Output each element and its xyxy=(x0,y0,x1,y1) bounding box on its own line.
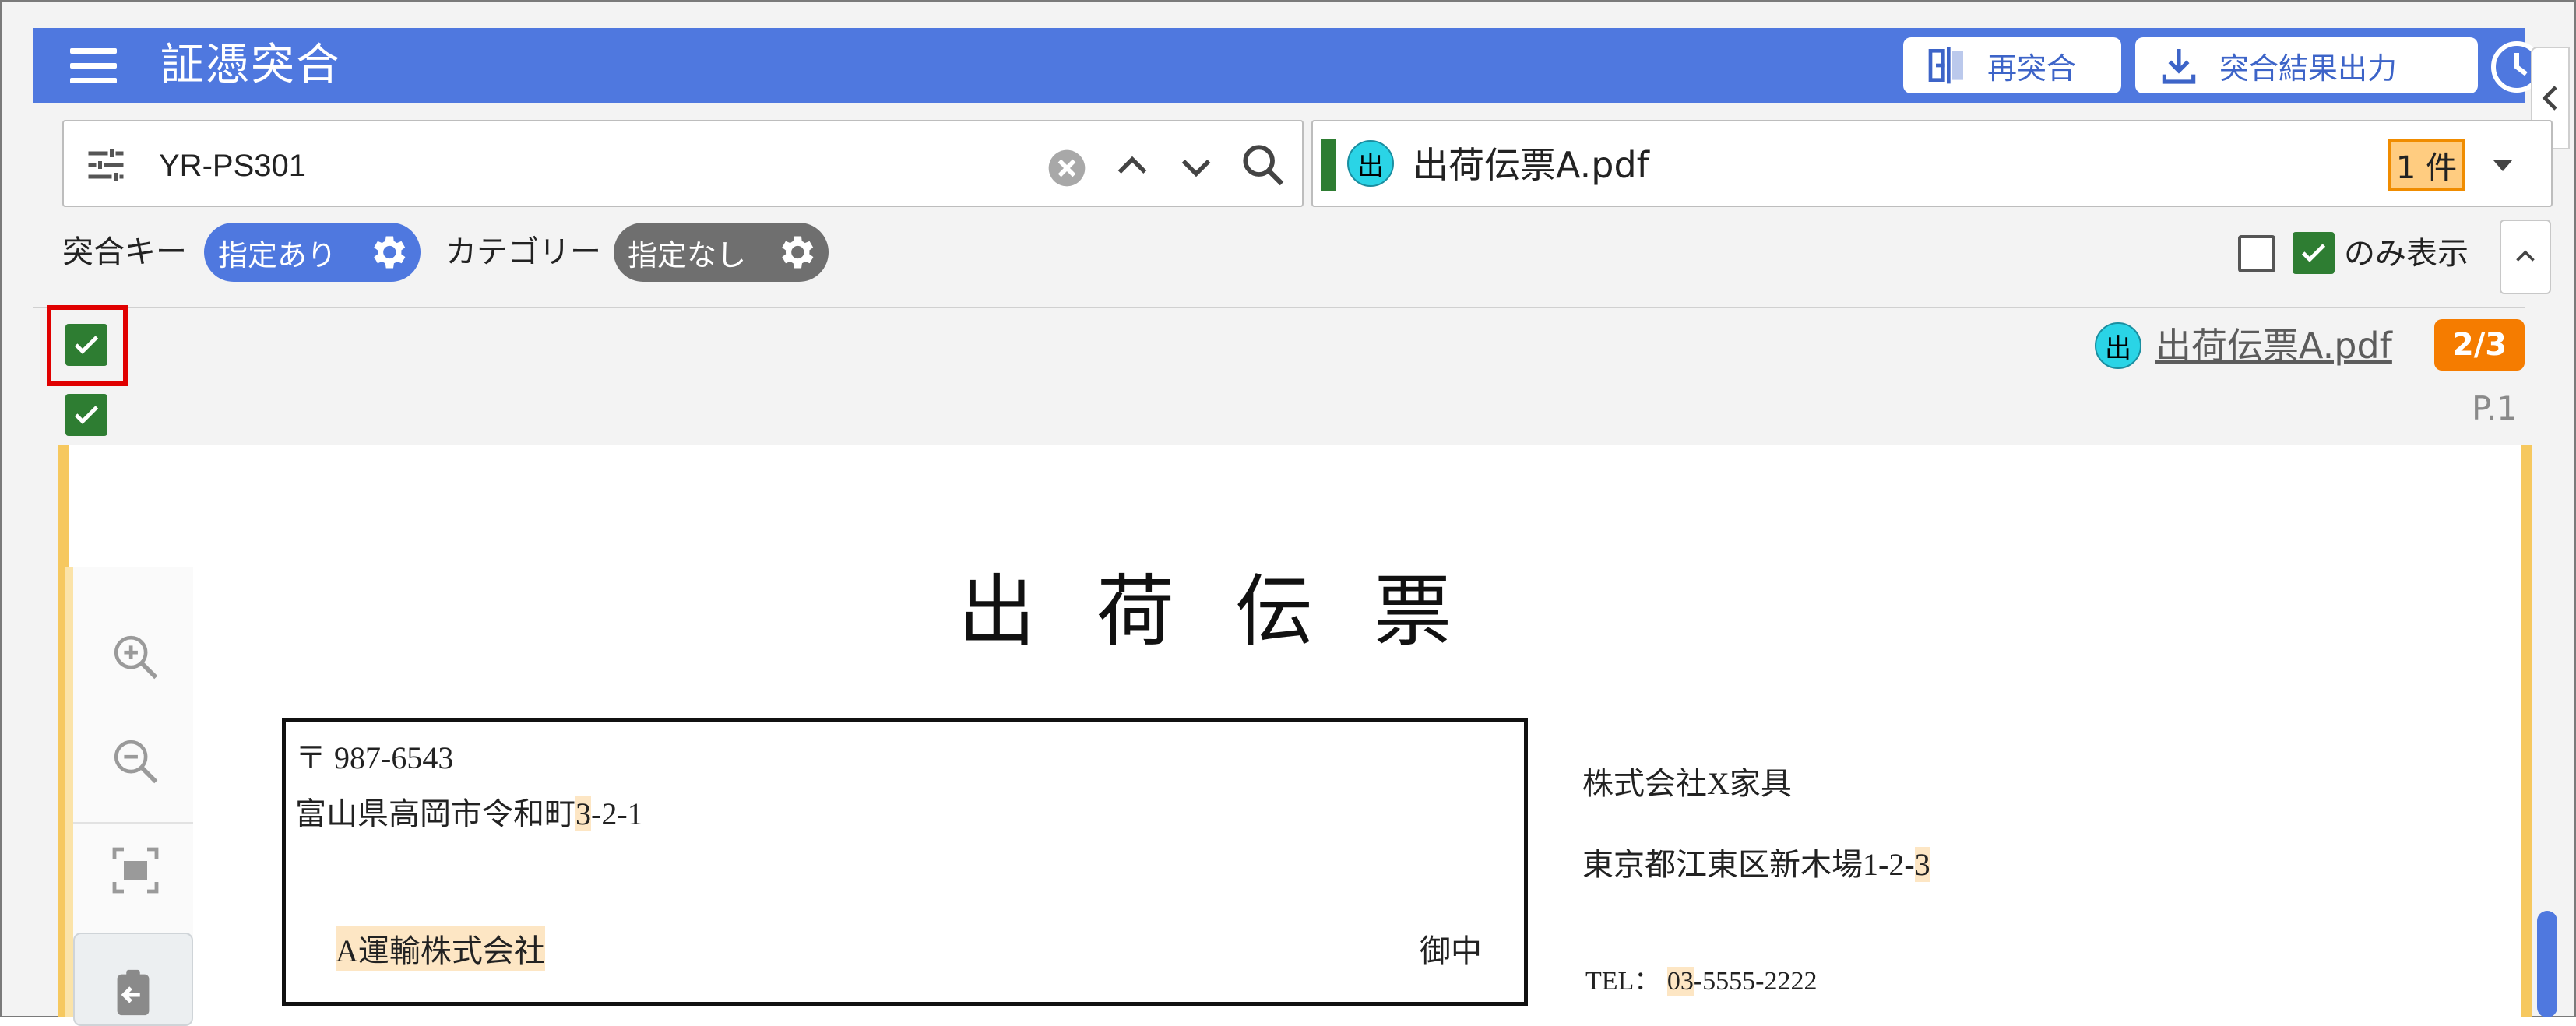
category-label: カテゴリー xyxy=(445,234,601,270)
result-document-link[interactable]: 出荷伝票A.pdf xyxy=(2155,324,2392,367)
fit-screen-icon[interactable] xyxy=(104,839,167,901)
select-page-checkbox[interactable] xyxy=(65,394,107,436)
match-key-label: 突合キー xyxy=(62,234,187,270)
only-show-label: のみ表示 xyxy=(2344,236,2469,272)
honorific: 御中 xyxy=(1420,933,1482,968)
gear-icon[interactable] xyxy=(774,230,818,274)
checked-indicator-icon xyxy=(2293,232,2335,274)
document-title: 出荷伝票 xyxy=(958,566,1512,657)
document-color-bar xyxy=(1321,139,1336,191)
category-state: 指定なし xyxy=(628,237,747,272)
paste-tool-button[interactable] xyxy=(73,933,193,1026)
gear-icon[interactable] xyxy=(366,230,410,274)
download-icon xyxy=(2162,49,2196,84)
search-bar xyxy=(62,120,1304,207)
clipboard-icon xyxy=(117,969,150,1016)
vertical-scrollbar[interactable] xyxy=(2537,911,2557,1017)
dropdown-caret-icon[interactable] xyxy=(2484,146,2521,184)
result-count-badge: 1 件 xyxy=(2388,139,2465,191)
zoom-out-icon[interactable] xyxy=(104,730,167,792)
chevron-up-icon[interactable] xyxy=(1110,145,1154,188)
shipping-badge: 出 xyxy=(1347,140,1394,187)
match-key-state: 指定あり xyxy=(218,237,337,272)
sender-address: 東京都江東区新木場1-2-3 xyxy=(1582,847,1930,882)
clear-icon[interactable] xyxy=(1045,146,1089,190)
divider xyxy=(33,307,2525,308)
only-show-checkbox[interactable] xyxy=(2238,235,2275,272)
compare-icon xyxy=(1928,47,1963,84)
category-pill[interactable]: 指定なし xyxy=(614,223,829,282)
menu-icon[interactable] xyxy=(70,48,117,83)
divider xyxy=(73,822,193,824)
sender-company: 株式会社X家具 xyxy=(1582,766,1792,801)
app-title: 証憑突合 xyxy=(160,40,341,90)
chevron-up-icon xyxy=(2516,250,2535,262)
match-key-pill[interactable]: 指定あり xyxy=(204,223,421,282)
app-header: 証憑突合 再突合 突合結果出力 xyxy=(33,28,2543,103)
document-selector[interactable]: 出 出荷伝票A.pdf 1 件 xyxy=(1311,120,2553,207)
recipient-company: A運輸株式会社 xyxy=(336,926,545,971)
recipient-address: 富山県高岡市令和町3-2-1 xyxy=(295,796,643,831)
chevron-down-icon[interactable] xyxy=(1174,145,1218,188)
viewer-toolbar xyxy=(65,567,193,1026)
page-count-badge: 2/3 xyxy=(2434,319,2525,371)
selected-document-name: 出荷伝票A.pdf xyxy=(1413,144,1649,186)
search-input[interactable] xyxy=(157,145,1095,187)
collapse-filters-button[interactable] xyxy=(2500,220,2551,294)
page-number: P.1 xyxy=(2472,389,2518,427)
sender-phone: TEL： 03-5555-2222 xyxy=(1585,967,1818,996)
search-icon[interactable] xyxy=(1238,140,1288,190)
highlight-annotation xyxy=(47,305,128,386)
shipping-badge: 出 xyxy=(2095,322,2141,369)
filter-settings-icon[interactable] xyxy=(83,142,129,188)
chevron-left-icon xyxy=(2542,86,2557,111)
zoom-in-icon[interactable] xyxy=(104,626,167,688)
rematch-button[interactable]: 再突合 xyxy=(1903,37,2121,93)
recipient-address-box: 〒 987-6543 富山県高岡市令和町3-2-1 A運輸株式会社 御中 xyxy=(282,718,1528,1006)
export-label: 突合結果出力 xyxy=(2219,51,2398,86)
rematch-label: 再突合 xyxy=(1987,51,2077,86)
postal-code: 〒 987-6543 xyxy=(295,740,454,775)
export-results-button[interactable]: 突合結果出力 xyxy=(2135,37,2478,93)
